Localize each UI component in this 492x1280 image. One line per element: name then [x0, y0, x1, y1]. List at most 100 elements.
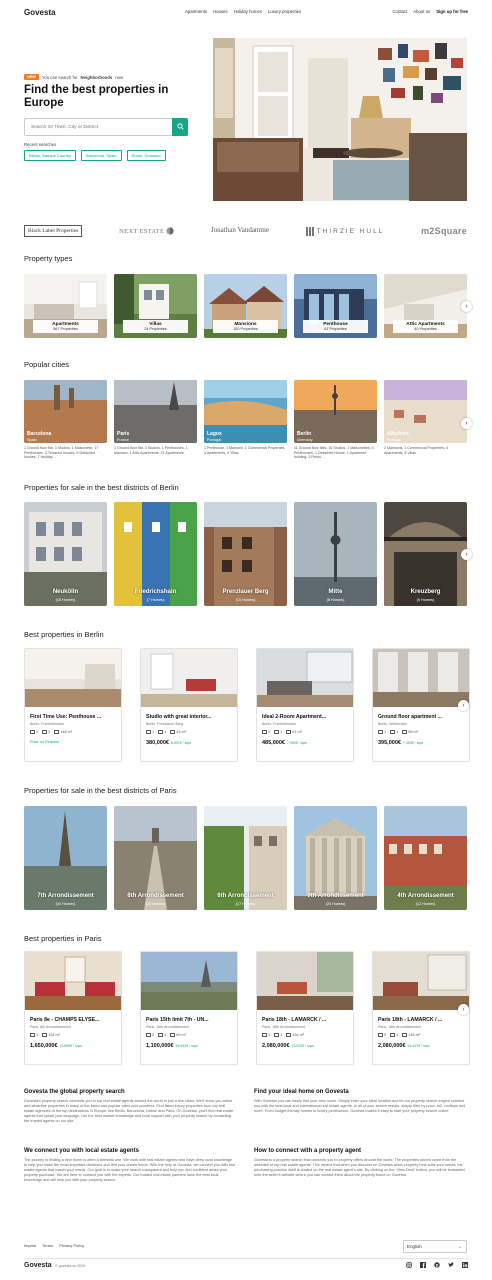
bed-icon	[262, 1033, 267, 1037]
footer-privacy[interactable]: Privacy Policy	[59, 1243, 84, 1248]
property-location: Paris, 15th Arrondissement	[146, 1025, 190, 1029]
search-icon	[176, 123, 184, 130]
about-title: Find your ideal home on Govesta	[254, 1089, 349, 1095]
city-description: 1 Ground floor flat, 3 Studios, 1 Maison…	[24, 446, 99, 460]
area-value: 43 m²	[176, 730, 186, 734]
rooms-count: 1	[36, 1033, 39, 1037]
carousel-next-button[interactable]: ›	[461, 549, 472, 560]
svg-text:p: p	[436, 1263, 439, 1268]
bath-icon	[390, 1033, 396, 1037]
price-per-sqm: 15,522€ / sqm	[291, 1044, 314, 1048]
district-card[interactable]: Kreuzberg (6 Homes)	[384, 502, 467, 606]
instagram-icon[interactable]	[406, 1262, 412, 1268]
logo[interactable]: Govesta	[24, 8, 56, 17]
language-value: English	[407, 1244, 422, 1249]
city-card[interactable]: Berlin Germany 11 Ground floor flats, 16 …	[294, 380, 377, 460]
property-type-card[interactable]: Attic Apartments 40 Properties	[384, 274, 467, 338]
recent-chip[interactable]: Barcelona, Spain	[81, 150, 122, 161]
hero-image	[213, 38, 467, 201]
property-title: Ideal 2-Room Apartment...	[262, 714, 327, 720]
district-count: (8 Homes)	[326, 598, 345, 602]
carousel-next-button[interactable]: ›	[458, 700, 469, 711]
chevron-right-icon: ›	[465, 303, 468, 310]
about-block: How to connect with a property agent Gov…	[254, 1148, 466, 1178]
property-title: Ground floor apartment ...	[378, 714, 442, 720]
city-card[interactable]: Barcelona Spain 1 Ground floor flat, 3 St…	[24, 380, 107, 460]
property-type-count: 567 Properties	[53, 327, 78, 331]
district-count: (17 Homes)	[235, 902, 256, 906]
footer-terms[interactable]: Terms	[42, 1243, 53, 1248]
property-card[interactable]: Paris 18th - LAMARCK / ... Paris, 18th A…	[256, 951, 354, 1065]
district-card[interactable]: Prenzlauer Berg (10 Homes)	[204, 502, 287, 606]
property-title: Paris 18th - LAMARCK / ...	[262, 1017, 327, 1023]
bath-icon	[390, 730, 396, 734]
berlin-props-title: Best properties in Berlin	[24, 630, 104, 639]
district-card[interactable]: Friedrichshain (7 Homes)	[114, 502, 197, 606]
bed-icon	[378, 730, 383, 734]
property-type-card[interactable]: Mansions 150 Properties	[204, 274, 287, 338]
district-name: Friedrichshain	[134, 589, 177, 595]
bed-icon	[378, 1033, 383, 1037]
district-card[interactable]: Mitte (8 Homes)	[294, 502, 377, 606]
district-card[interactable]: 9th Arrondissement (20 Homes)	[294, 806, 377, 910]
district-card[interactable]: 7th Arrondissement (10 Homes)	[24, 806, 107, 910]
property-card[interactable]: Ground floor apartment ... Berlin, Weiße…	[372, 648, 470, 762]
recent-chip[interactable]: Bilbao, Basque Country	[24, 150, 77, 161]
language-select[interactable]: English ⌄	[403, 1240, 467, 1253]
footer-logo[interactable]: Govesta	[24, 1262, 52, 1269]
price-per-sqm: 7,950€ / sqm	[286, 741, 308, 745]
district-name: Neukölln	[52, 589, 79, 595]
property-card[interactable]: Paris 15th limit 7th - UN... Paris, 15th…	[140, 951, 238, 1065]
nav-about[interactable]: About us	[413, 9, 430, 14]
property-type-count: 150 Properties	[233, 327, 258, 331]
chevron-right-icon: ›	[465, 551, 468, 558]
rooms-count: 2	[268, 730, 271, 734]
search-button[interactable]	[172, 117, 188, 136]
district-count: (7 Homes)	[146, 598, 165, 602]
property-type-card[interactable]: Apartments 567 Properties	[24, 274, 107, 338]
carousel-next-button[interactable]: ›	[461, 301, 472, 312]
nav-holiday-homes[interactable]: Holiday homes	[234, 9, 262, 14]
property-card[interactable]: Studio with great interior... Berlin, Pr…	[140, 648, 238, 762]
carousel-next-button[interactable]: ›	[461, 418, 472, 429]
district-card[interactable]: 8th Arrondissement (25 Homes)	[114, 806, 197, 910]
property-type-card[interactable]: Penthouse 61 Properties	[294, 274, 377, 338]
city-description: 1 Penthouse, 1 Mansion, 1 Commercial Pro…	[204, 446, 286, 455]
about-block: Find your ideal home on Govesta With Gov…	[254, 1089, 466, 1114]
property-types-title: Property types	[24, 254, 73, 263]
property-type-card[interactable]: Villas 24 Properties	[114, 274, 197, 338]
city-card[interactable]: Lagos Portugal 1 Penthouse, 1 Mansion, 1 …	[204, 380, 287, 460]
property-card[interactable]: Ideal 2-Room Apartment... Berlin, Friedr…	[256, 648, 354, 762]
area-value: 148 m²	[60, 730, 73, 734]
city-country: France	[117, 438, 129, 442]
district-card[interactable]: 4th Arrondissement (12 Homes)	[384, 806, 467, 910]
nav-apartments[interactable]: Apartments	[185, 9, 207, 14]
signup-link[interactable]: Sign up for free	[436, 9, 468, 14]
property-card[interactable]: First Time Use: Penthouse ... Berlin, Fr…	[24, 648, 122, 762]
footer-divider	[24, 1258, 468, 1259]
city-country: Spain	[27, 438, 37, 442]
property-location: Berlin, Weißensee	[378, 722, 408, 726]
brand-logo: Jonathan Vandamme	[210, 226, 269, 235]
nav-luxury[interactable]: Luxury properties	[268, 9, 301, 14]
pinterest-icon[interactable]: p	[434, 1262, 440, 1268]
property-card[interactable]: Paris 18th - LAMARCK / ... Paris, 18th A…	[372, 951, 470, 1065]
district-card[interactable]: Neukölln (16 Homes)	[24, 502, 107, 606]
nav-contact[interactable]: Contact	[392, 9, 407, 14]
nav-houses[interactable]: Houses	[213, 9, 228, 14]
property-card[interactable]: Paris 8e - CHAMPS ÉLYSÉ... Paris, 8th Ar…	[24, 951, 122, 1065]
footer-imprint[interactable]: Imprint	[24, 1243, 36, 1248]
city-card[interactable]: Paris France 1 Ground floor flat, 3 Studi…	[114, 380, 197, 460]
carousel-next-button[interactable]: ›	[458, 1004, 469, 1015]
baths-count: 1	[164, 730, 167, 734]
bath-icon	[158, 730, 164, 734]
district-name: Mitte	[328, 589, 343, 595]
recent-chip[interactable]: Rome, Grosseto	[126, 150, 166, 161]
twitter-icon[interactable]	[448, 1262, 454, 1268]
district-card[interactable]: 6th Arrondissement (17 Homes)	[204, 806, 287, 910]
district-name: 8th Arrondissement	[127, 893, 184, 899]
search-input[interactable]	[25, 124, 172, 130]
linkedin-icon[interactable]	[462, 1262, 468, 1268]
facebook-icon[interactable]	[420, 1262, 426, 1268]
city-card[interactable]: Albufeira Portugal 2 Mansions, 1 Commerci…	[384, 380, 467, 460]
